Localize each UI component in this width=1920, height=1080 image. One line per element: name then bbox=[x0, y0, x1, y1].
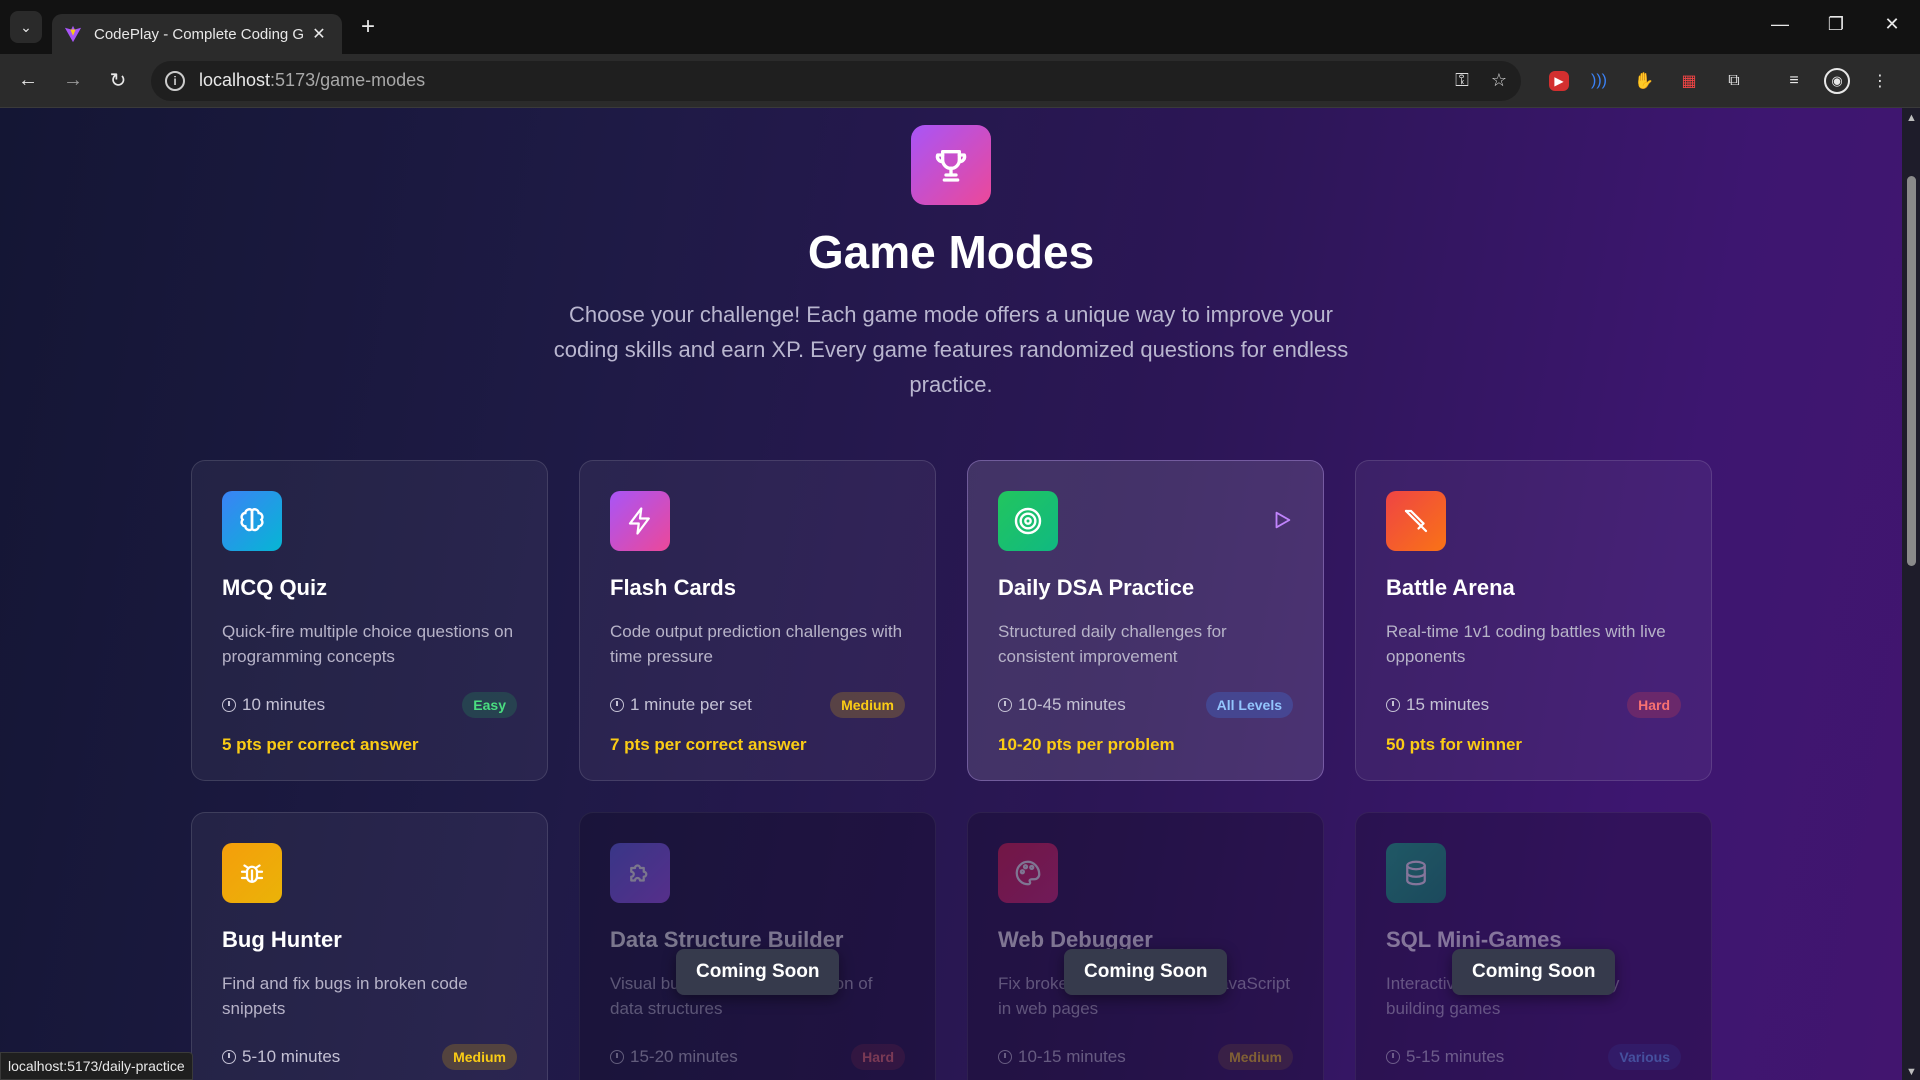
card-duration: 15 minutes bbox=[1386, 695, 1489, 715]
card-duration: 1 minute per set bbox=[610, 695, 752, 715]
game-card-web-debugger: Web Debugger Fix broken HTML, CSS and Ja… bbox=[967, 812, 1324, 1080]
page-content: Game Modes Choose your challenge! Each g… bbox=[0, 108, 1902, 1080]
minimize-icon[interactable]: — bbox=[1752, 0, 1808, 48]
card-points: 50 pts for winner bbox=[1386, 735, 1523, 754]
extension-wave-icon[interactable]: ))) bbox=[1584, 66, 1614, 96]
card-title: MCQ Quiz bbox=[222, 575, 328, 600]
game-card-bug-hunter[interactable]: Bug Hunter Find and fix bugs in broken c… bbox=[191, 812, 548, 1080]
extension-red-icon[interactable]: ▶ bbox=[1549, 70, 1569, 91]
clock-icon bbox=[222, 698, 236, 712]
reload-button[interactable]: ↻ bbox=[100, 63, 136, 99]
game-card-mcq-quiz[interactable]: MCQ Quiz Quick-fire multiple choice ques… bbox=[191, 460, 548, 781]
page-title: Game Modes bbox=[807, 226, 1095, 278]
clock-icon bbox=[610, 698, 624, 712]
url-path: :5173/game-modes bbox=[270, 70, 426, 90]
link-status-bubble: localhost:5173/daily-practice bbox=[0, 1052, 193, 1080]
card-title: Bug Hunter bbox=[222, 927, 342, 952]
card-duration: 15-20 minutes bbox=[610, 1047, 738, 1067]
brain-icon bbox=[222, 491, 282, 551]
card-description: Real-time 1v1 coding battles with live o… bbox=[1386, 622, 1666, 666]
clock-icon bbox=[610, 1050, 624, 1064]
coming-soon-label: Coming Soon bbox=[1452, 949, 1616, 995]
browser-tabbar: ⌄ CodePlay - Complete Coding G ✕ + — ❐ ✕ bbox=[0, 0, 1920, 54]
scrollbar-thumb[interactable] bbox=[1907, 176, 1916, 566]
card-description: Code output prediction challenges with t… bbox=[610, 622, 903, 666]
difficulty-badge: Easy bbox=[462, 692, 517, 718]
close-window-icon[interactable]: ✕ bbox=[1864, 0, 1920, 48]
coming-soon-label: Coming Soon bbox=[1064, 949, 1228, 995]
sword-icon bbox=[1386, 491, 1446, 551]
database-icon bbox=[1386, 843, 1446, 903]
card-duration: 10-15 minutes bbox=[998, 1047, 1126, 1067]
card-description: Structured daily challenges for consiste… bbox=[998, 622, 1227, 666]
card-title: Flash Cards bbox=[610, 575, 736, 600]
url-text: localhost:5173/game-modes bbox=[199, 70, 1433, 91]
tab-title: CodePlay - Complete Coding G bbox=[94, 25, 305, 43]
game-card-battle-arena[interactable]: Battle Arena Real-time 1v1 coding battle… bbox=[1355, 460, 1712, 781]
game-card-sql-mini-games: SQL Mini-Games Interactive database and … bbox=[1355, 812, 1712, 1080]
difficulty-badge: Hard bbox=[851, 1044, 905, 1070]
game-card-flash-cards[interactable]: Flash Cards Code output prediction chall… bbox=[579, 460, 936, 781]
vite-icon bbox=[64, 25, 82, 43]
clock-icon bbox=[998, 1050, 1012, 1064]
clock-icon bbox=[998, 698, 1012, 712]
bug-icon bbox=[222, 843, 282, 903]
browser-tab[interactable]: CodePlay - Complete Coding G ✕ bbox=[52, 14, 342, 54]
back-button[interactable]: ← bbox=[10, 63, 46, 99]
palette-icon bbox=[998, 843, 1058, 903]
hero-section: Game Modes Choose your challenge! Each g… bbox=[0, 125, 1902, 402]
window-controls: — ❐ ✕ bbox=[1752, 0, 1920, 48]
trophy-icon bbox=[911, 125, 991, 205]
site-info-icon[interactable]: i bbox=[165, 70, 185, 91]
page-scrollbar[interactable]: ▲ ▼ bbox=[1902, 108, 1920, 1080]
card-points: 10-20 pts per problem bbox=[998, 735, 1175, 754]
lightning-icon bbox=[610, 491, 670, 551]
difficulty-badge: All Levels bbox=[1205, 692, 1293, 718]
menu-kebab-icon[interactable]: ⋮ bbox=[1865, 66, 1895, 96]
card-duration: 10-45 minutes bbox=[998, 695, 1126, 715]
card-title: Daily DSA Practice bbox=[998, 575, 1195, 600]
bookmark-star-icon[interactable]: ☆ bbox=[1491, 70, 1507, 91]
tab-search-button[interactable]: ⌄ bbox=[10, 11, 42, 43]
card-duration: 10 minutes bbox=[222, 695, 325, 715]
card-title: Battle Arena bbox=[1386, 575, 1515, 600]
coming-soon-label: Coming Soon bbox=[676, 949, 840, 995]
close-tab-icon[interactable]: ✕ bbox=[308, 23, 330, 45]
restore-icon[interactable]: ❐ bbox=[1808, 0, 1864, 48]
card-duration: 5-15 minutes bbox=[1386, 1047, 1504, 1067]
difficulty-badge: Medium bbox=[442, 1044, 517, 1070]
extension-grid-icon[interactable]: ▦ bbox=[1674, 66, 1704, 96]
new-tab-button[interactable]: + bbox=[352, 11, 384, 43]
url-host: localhost bbox=[199, 70, 271, 90]
password-key-icon[interactable]: ⚿ bbox=[1455, 70, 1469, 91]
extensions-puzzle-icon[interactable]: ⧉ bbox=[1719, 66, 1749, 96]
browser-toolbar: ← → ↻ i localhost:5173/game-modes ⚿ ☆ ▶ … bbox=[0, 54, 1920, 108]
difficulty-badge: Various bbox=[1608, 1044, 1681, 1070]
forward-button[interactable]: → bbox=[55, 63, 91, 99]
game-modes-grid: MCQ Quiz Quick-fire multiple choice ques… bbox=[191, 460, 1712, 1080]
target-icon bbox=[998, 491, 1058, 551]
game-card-data-structure-builder: Data Structure Builder Visual building a… bbox=[579, 812, 936, 1080]
difficulty-badge: Hard bbox=[1627, 692, 1681, 718]
page-subtitle: Choose your challenge! Each game mode of… bbox=[553, 302, 1349, 397]
card-duration: 5-10 minutes bbox=[222, 1047, 340, 1067]
card-description: Find and fix bugs in broken code snippet… bbox=[222, 974, 468, 1018]
play-icon[interactable] bbox=[1271, 509, 1293, 531]
card-description: Quick-fire multiple choice questions on … bbox=[222, 622, 514, 666]
scroll-up-icon[interactable]: ▲ bbox=[1906, 112, 1917, 124]
difficulty-badge: Medium bbox=[830, 692, 905, 718]
scroll-down-icon[interactable]: ▼ bbox=[1906, 1066, 1917, 1078]
media-control-icon[interactable]: ≡ bbox=[1779, 66, 1809, 96]
card-points: 5 pts per correct answer bbox=[222, 735, 419, 754]
address-bar[interactable]: i localhost:5173/game-modes ⚿ ☆ bbox=[151, 60, 1521, 101]
difficulty-badge: Medium bbox=[1218, 1044, 1293, 1070]
card-points: 7 pts per correct answer bbox=[610, 735, 807, 754]
clock-icon bbox=[1386, 1050, 1400, 1064]
clock-icon bbox=[222, 1050, 236, 1064]
game-card-daily-dsa-practice[interactable]: Daily DSA Practice Structured daily chal… bbox=[967, 460, 1324, 781]
puzzle-icon bbox=[610, 843, 670, 903]
extension-hand-icon[interactable]: ✋ bbox=[1629, 66, 1659, 96]
profile-avatar-icon[interactable]: ◉ bbox=[1824, 67, 1850, 94]
clock-icon bbox=[1386, 698, 1400, 712]
